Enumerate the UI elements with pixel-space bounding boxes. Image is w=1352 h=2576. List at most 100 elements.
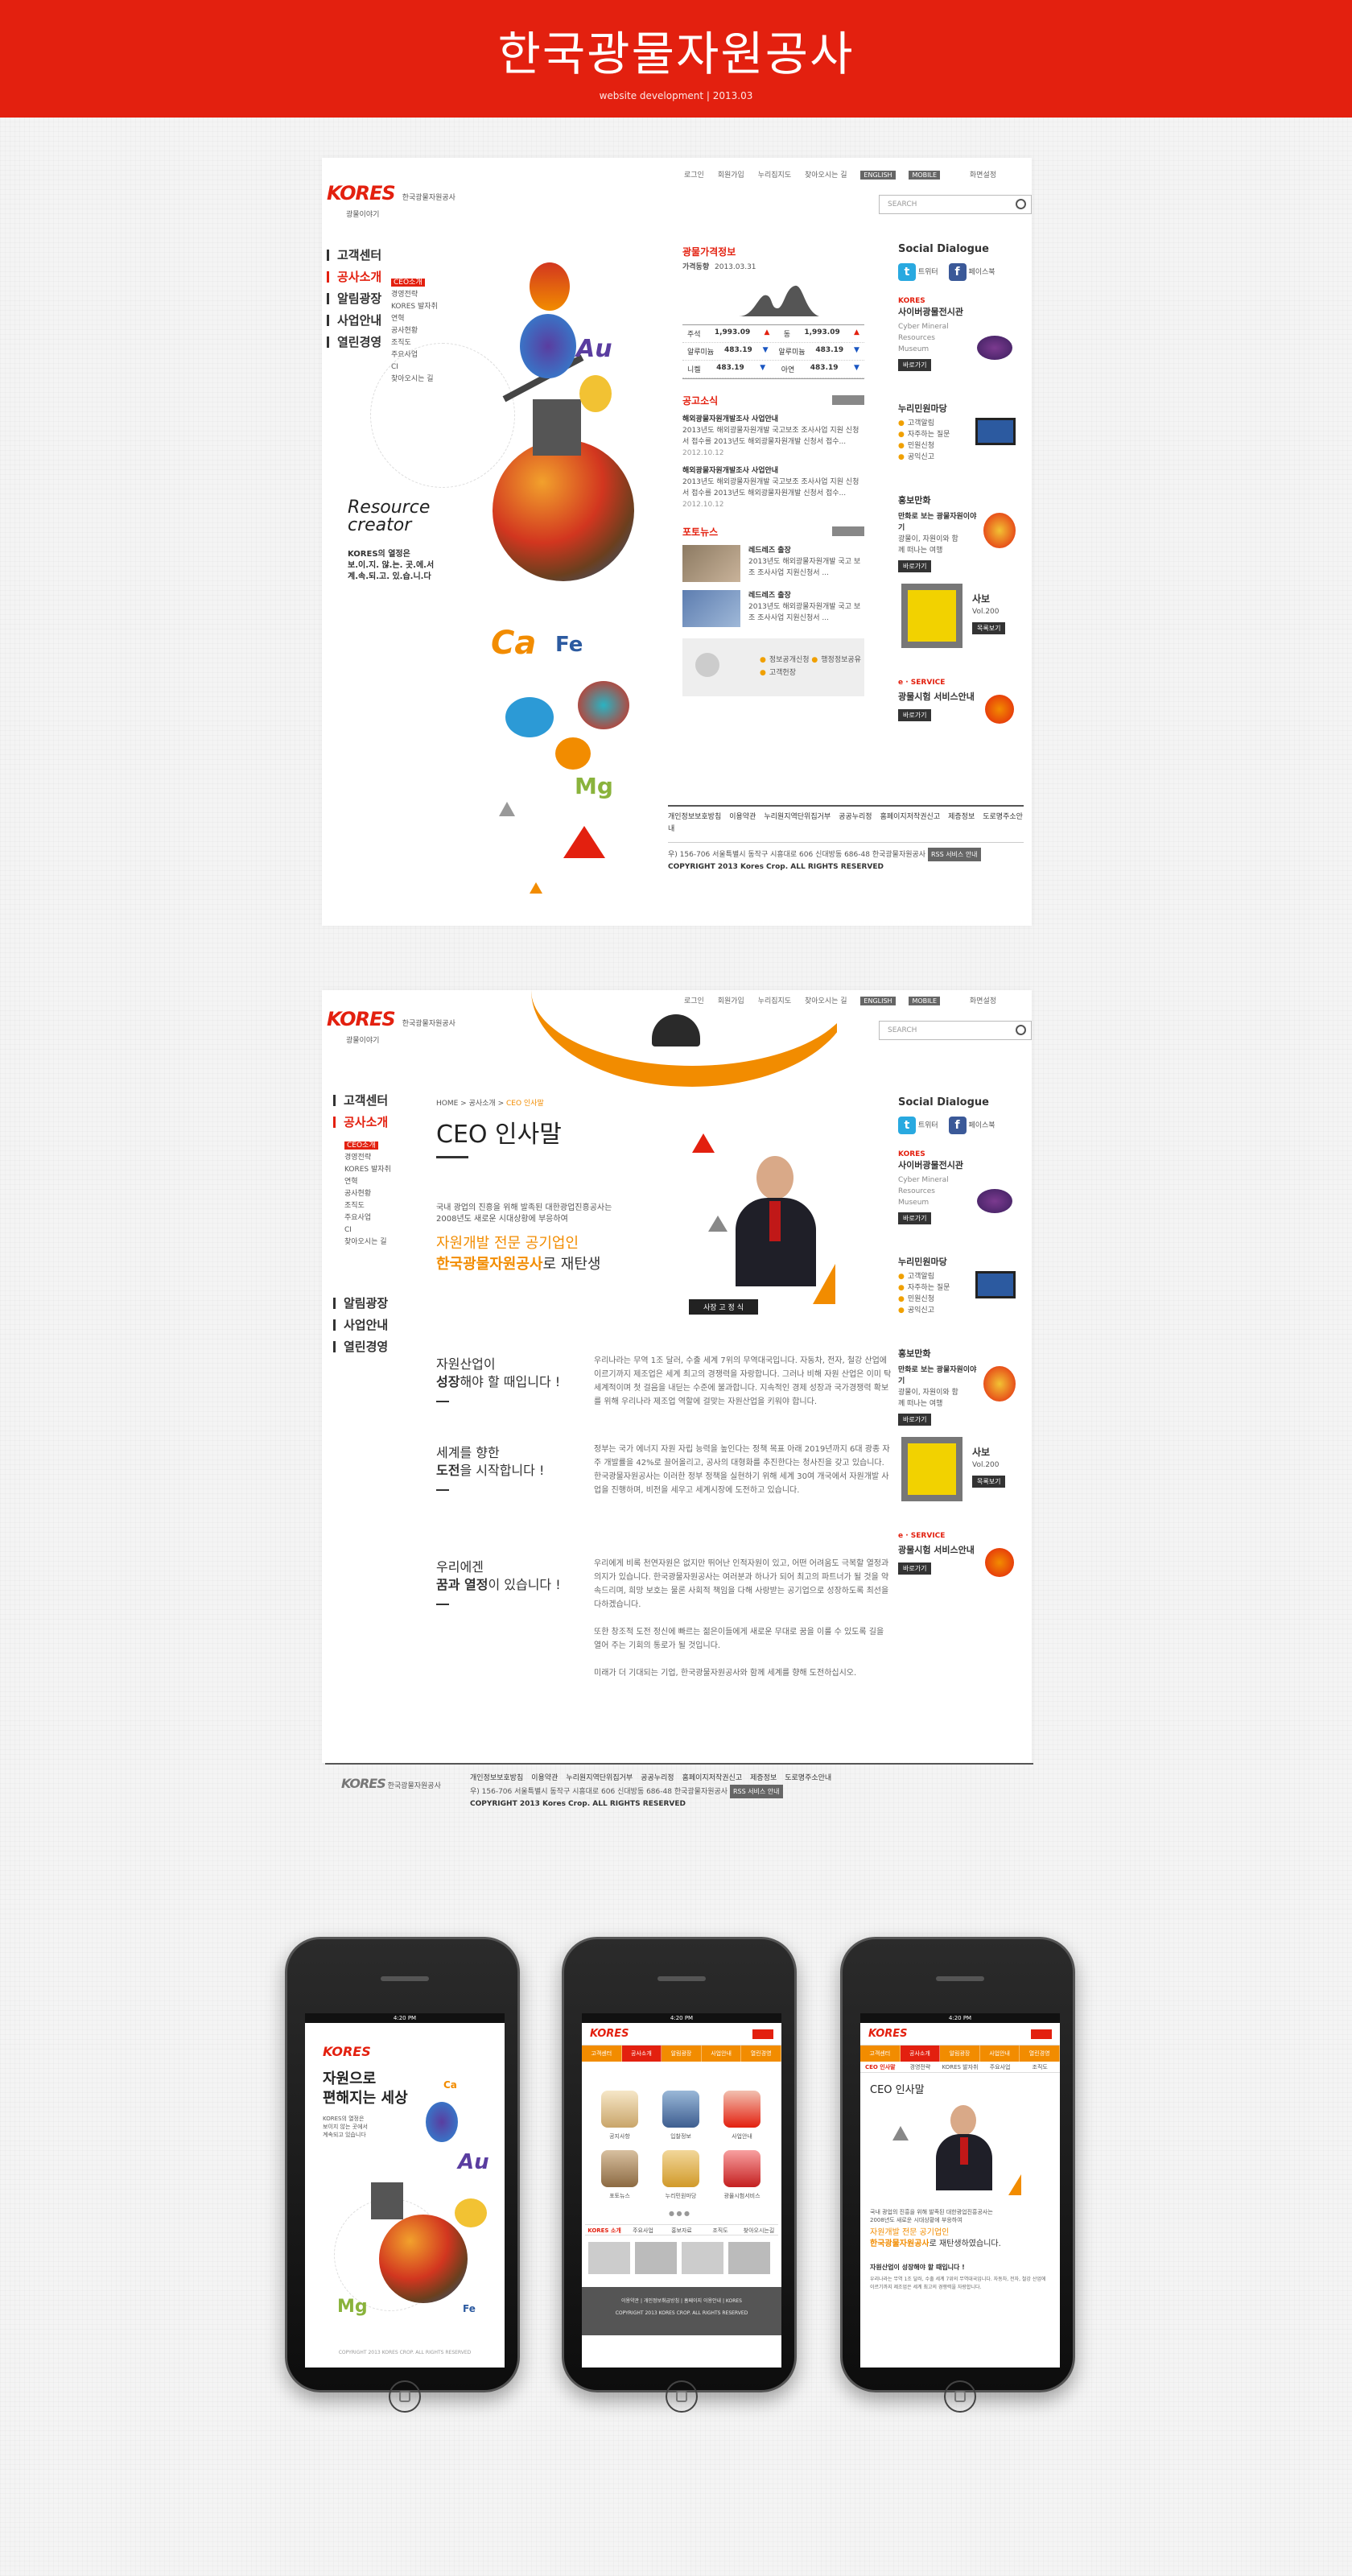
mobile-nav-item[interactable]: 고객센터: [582, 2046, 622, 2062]
tab-thumb[interactable]: [728, 2242, 770, 2274]
site-logo[interactable]: KORES 한국광물자원공사 광물이야기: [327, 1008, 455, 1046]
twitter-icon[interactable]: t: [898, 263, 916, 281]
nuri-item[interactable]: 민원신청: [908, 442, 934, 450]
mobile-nav-item[interactable]: 열린경영: [741, 2046, 781, 2062]
facebook-label[interactable]: 페이스북: [968, 269, 995, 277]
font-setting-button[interactable]: 화면설정: [970, 171, 996, 180]
submenu-status[interactable]: 공사현황: [344, 1188, 391, 1200]
mobile-subnav-item[interactable]: KORES 발자취: [940, 2062, 980, 2072]
nuri-item[interactable]: 자주하는 질문: [908, 1284, 950, 1292]
facebook-icon[interactable]: f: [948, 263, 967, 281]
quick-link-charter[interactable]: 고객헌장: [769, 669, 796, 677]
footer-link[interactable]: 제증정보: [750, 1774, 777, 1782]
nuri-item[interactable]: 고객알림: [908, 1273, 934, 1281]
photo-item[interactable]: 레드레즈 출장 2013년도 해외광물자원개발 국고 보조 조사사업 지원신청서…: [682, 590, 864, 627]
mobile-tab[interactable]: 홍보자료: [662, 2225, 701, 2235]
mobile-subnav-item[interactable]: 조직도: [1020, 2062, 1060, 2072]
photo-item[interactable]: 레드레즈 출장 2013년도 해외광물자원개발 국고 보조 조사사업 지원신청서…: [682, 545, 864, 582]
mobile-nav-item[interactable]: 열린경영: [1020, 2046, 1060, 2062]
twitter-label[interactable]: 트위터: [918, 1122, 938, 1130]
quick-link-share[interactable]: 행정정보공유: [821, 656, 861, 664]
mobile-logo[interactable]: KORES: [590, 2028, 629, 2040]
submenu-strategy[interactable]: 경영전략: [344, 1152, 391, 1164]
museum-banner[interactable]: KORES 사이버광물전시관 Cyber Mineral Resources M…: [898, 297, 1024, 378]
magazine-banner[interactable]: 사보 Vol.200 목록보기: [898, 1437, 1024, 1509]
rss-badge[interactable]: RSS 서비스 안내: [927, 848, 981, 861]
footer-link[interactable]: 공공누리정: [839, 813, 872, 821]
font-setting-button[interactable]: 화면설정: [970, 997, 996, 1005]
footer-link[interactable]: 제증정보: [948, 813, 975, 821]
notice-icon[interactable]: [601, 2091, 638, 2128]
magazine-more-button[interactable]: 목록보기: [972, 622, 1006, 634]
mobile-logo[interactable]: KORES: [323, 2044, 371, 2059]
mobile-nav-item[interactable]: 알림광장: [662, 2046, 702, 2062]
footer-link[interactable]: 이용약관: [531, 1774, 558, 1782]
mobile-logo[interactable]: KORES: [868, 2028, 908, 2040]
mobile-button[interactable]: MOBILE: [909, 997, 941, 1005]
nuri-item[interactable]: 자주하는 질문: [908, 431, 950, 439]
notice-pager[interactable]: [832, 395, 864, 405]
footer-link[interactable]: 개인정보취급방침: [644, 2298, 679, 2304]
museum-more-button[interactable]: 바로가기: [898, 359, 932, 371]
nuri-item[interactable]: 공익신고: [908, 453, 934, 461]
mobile-button[interactable]: MOBILE: [909, 171, 941, 180]
page-dots[interactable]: ● ● ●: [669, 2210, 690, 2217]
submenu-org[interactable]: 조직도: [344, 1200, 391, 1212]
english-button[interactable]: ENGLISH: [860, 171, 896, 180]
nuri-item[interactable]: 민원신청: [908, 1295, 934, 1303]
civil-icon[interactable]: [662, 2150, 699, 2187]
eservice-more-button[interactable]: 바로가기: [898, 1563, 932, 1575]
twitter-label[interactable]: 트위터: [918, 269, 938, 277]
quick-link-disclosure[interactable]: 정보공개신청: [769, 656, 810, 664]
breadcrumb-home[interactable]: HOME: [436, 1100, 458, 1108]
breadcrumb-about[interactable]: 공사소개: [469, 1100, 496, 1108]
mobile-nav-item[interactable]: 알림광장: [940, 2046, 980, 2062]
footer-link[interactable]: 도로명주소안내: [785, 1774, 831, 1782]
search-input[interactable]: SEARCH: [879, 195, 1032, 214]
museum-more-button[interactable]: 바로가기: [898, 1212, 932, 1224]
search-icon[interactable]: [752, 2029, 773, 2039]
util-sitemap[interactable]: 누리집지도: [758, 171, 791, 180]
bid-icon[interactable]: [662, 2091, 699, 2128]
tab-thumb[interactable]: [635, 2242, 677, 2274]
mobile-tab[interactable]: 찾아오시는길: [740, 2225, 778, 2235]
promo-more-button[interactable]: 바로가기: [898, 1414, 932, 1426]
search-input[interactable]: SEARCH: [879, 1021, 1032, 1040]
footer-link[interactable]: KORES: [726, 2298, 742, 2304]
notice-item[interactable]: 해외광물자원개발조사 사업안내 2013년도 해외광물자원개발 국고보조 조사사…: [682, 414, 864, 459]
submenu-chronology[interactable]: 연혁: [344, 1176, 391, 1188]
menu-customer[interactable]: 고객센터: [333, 1095, 388, 1107]
footer-link[interactable]: 이용약관: [621, 2298, 639, 2304]
footer-link[interactable]: 누리원지역단위집거부: [764, 813, 831, 821]
footer-link[interactable]: 누리원지역단위집거부: [566, 1774, 633, 1782]
promo-more-button[interactable]: 바로가기: [898, 560, 932, 572]
footer-link[interactable]: 홈페이지 이용안내: [684, 2298, 721, 2304]
eservice-banner[interactable]: e · SERVICE 광물시험 서비스안내 바로가기: [898, 1532, 1024, 1596]
test-icon[interactable]: [723, 2150, 760, 2187]
footer-link[interactable]: 홈페이지저작권신고: [682, 1774, 743, 1782]
business-icon[interactable]: [723, 2091, 760, 2128]
tab-thumb[interactable]: [588, 2242, 630, 2274]
magazine-banner[interactable]: 사보 Vol.200 목록보기: [898, 584, 1024, 656]
nuri-item[interactable]: 공익신고: [908, 1307, 934, 1315]
mobile-tab[interactable]: KORES 소개: [585, 2225, 624, 2235]
magazine-more-button[interactable]: 목록보기: [972, 1476, 1006, 1488]
footer-link[interactable]: 개인정보보호방침: [470, 1774, 523, 1782]
mobile-nav-item[interactable]: 사업안내: [702, 2046, 742, 2062]
util-join[interactable]: 회원가입: [718, 171, 744, 180]
facebook-label[interactable]: 페이스북: [968, 1122, 995, 1130]
menu-business[interactable]: 사업안내: [333, 1319, 388, 1331]
submenu-history[interactable]: KORES 발자취: [344, 1164, 391, 1176]
mobile-nav-item[interactable]: 공사소개: [621, 2046, 662, 2062]
search-icon[interactable]: [1016, 199, 1026, 209]
mobile-nav-item[interactable]: 사업안내: [980, 2046, 1020, 2062]
menu-news[interactable]: 알림광장: [333, 1298, 388, 1310]
mobile-subnav-item[interactable]: 주요사업: [980, 2062, 1020, 2072]
nuri-item[interactable]: 고객알림: [908, 419, 934, 427]
search-icon[interactable]: [1016, 1025, 1026, 1035]
footer-link[interactable]: 이용약관: [729, 813, 756, 821]
mobile-nav-item[interactable]: 공사소개: [900, 2046, 941, 2062]
menu-management[interactable]: 열린경영: [333, 1341, 388, 1353]
submenu-directions[interactable]: 찾아오시는 길: [344, 1236, 391, 1249]
tab-thumb[interactable]: [682, 2242, 723, 2274]
